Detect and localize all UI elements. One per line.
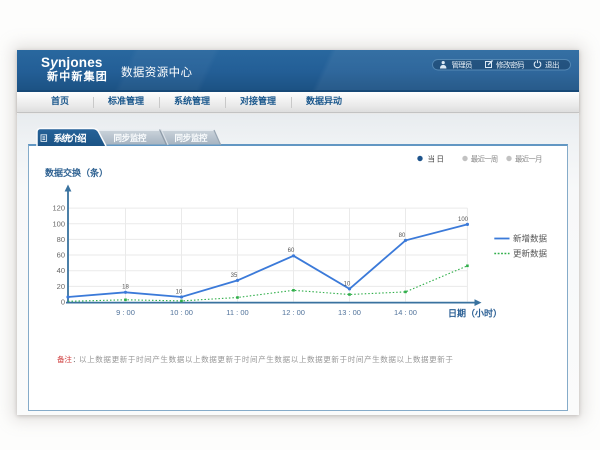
- svg-text:同步监控: 同步监控: [114, 133, 147, 143]
- svg-text:80: 80: [399, 233, 406, 239]
- svg-text:日期（小时）: 日期（小时）: [448, 308, 502, 319]
- svg-text:修改密码: 修改密码: [496, 60, 525, 70]
- svg-text:10: 10: [176, 290, 183, 296]
- svg-text:系统介绍: 系统介绍: [54, 132, 87, 143]
- svg-text:80: 80: [57, 235, 65, 244]
- svg-text:9 : 00: 9 : 00: [116, 308, 135, 317]
- svg-text:11 : 00: 11 : 00: [226, 308, 248, 317]
- svg-text:数据交换（条）: 数据交换（条）: [45, 167, 108, 178]
- svg-text:0: 0: [61, 298, 65, 307]
- svg-text:20: 20: [57, 282, 65, 291]
- svg-text:新增数据: 新增数据: [513, 234, 548, 244]
- svg-text:更新数据: 更新数据: [513, 249, 548, 259]
- svg-text:14 : 00: 14 : 00: [394, 308, 417, 317]
- svg-text:60: 60: [288, 248, 295, 254]
- svg-text:100: 100: [52, 219, 65, 228]
- svg-text:12 : 00: 12 : 00: [282, 308, 305, 317]
- svg-text:18: 18: [122, 284, 129, 290]
- svg-text:退出: 退出: [545, 60, 560, 70]
- svg-text:40: 40: [57, 266, 65, 275]
- svg-text:最近一月: 最近一月: [515, 153, 543, 163]
- svg-text:管理员: 管理员: [452, 60, 474, 70]
- svg-text:同步监控: 同步监控: [175, 133, 208, 143]
- svg-text:10 : 00: 10 : 00: [170, 308, 193, 317]
- svg-text:60: 60: [57, 251, 65, 260]
- svg-text:10: 10: [344, 282, 351, 288]
- svg-text:120: 120: [52, 204, 65, 213]
- svg-text:100: 100: [458, 217, 469, 223]
- svg-text:35: 35: [231, 273, 238, 279]
- svg-text:当日: 当日: [428, 153, 445, 163]
- svg-text:最近一周: 最近一周: [471, 153, 499, 163]
- svg-text:13 : 00: 13 : 00: [338, 308, 361, 317]
- svg-text:备注：以上数据更新于时间产生数据以上数据更新于时间产生数据以: 备注：以上数据更新于时间产生数据以上数据更新于时间产生数据以上数据更新于时间产生…: [57, 354, 453, 364]
